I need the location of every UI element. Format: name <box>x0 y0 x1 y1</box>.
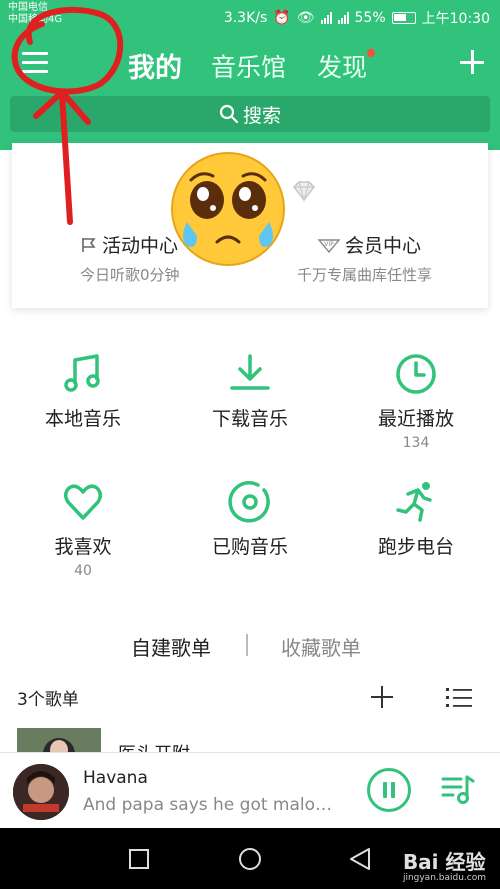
battery-percent: 55% <box>354 10 386 26</box>
grid-label: 我喜欢 <box>54 536 112 558</box>
diamond-icon <box>292 181 316 202</box>
activity-center[interactable]: 活动中心 今日听歌0分钟 <box>80 231 180 285</box>
vip-center[interactable]: VIP 会员中心 千万专属曲库任性享 <box>297 231 432 285</box>
eye-icon: 👁 <box>296 10 315 26</box>
album-cover[interactable] <box>13 764 69 820</box>
list-manage-icon[interactable] <box>446 687 472 709</box>
watermark-brand: Bai 经验 <box>402 850 486 874</box>
watermark-url: jingyan.baidu.com <box>402 873 486 883</box>
playlist-count: 3个歌单 <box>17 690 79 710</box>
song-title: Havana <box>83 768 148 788</box>
search-bar[interactable]: 搜索 <box>10 96 490 132</box>
grid-label: 跑步电台 <box>377 536 454 558</box>
grid-recent-play[interactable]: 最近播放 134 <box>333 352 499 451</box>
playlist-tabs: 自建歌单 收藏歌单 <box>0 632 500 662</box>
grid-label: 最近播放 <box>377 408 454 430</box>
pause-button[interactable] <box>367 768 411 812</box>
vip-subtitle: 千万专属曲库任性享 <box>297 266 433 284</box>
vip-icon: VIP <box>317 238 341 253</box>
grid-purchased-music[interactable]: 已购音乐 <box>167 480 333 563</box>
recent-apps-icon[interactable] <box>129 849 149 873</box>
status-right: 3.3K/s ⏰ 👁 55% 上午10:30 <box>224 8 490 28</box>
heart-icon <box>64 484 102 520</box>
svg-text:VIP: VIP <box>324 241 334 248</box>
activity-subtitle: 今日听歌0分钟 <box>80 266 180 284</box>
notification-dot <box>367 49 375 57</box>
playlist-queue-icon[interactable] <box>441 775 475 805</box>
grid-local-music[interactable]: 本地音乐 <box>0 352 166 435</box>
download-icon <box>230 354 270 390</box>
song-lyric: And papa says he got malo… <box>83 795 333 815</box>
alarm-icon: ⏰ <box>273 10 291 26</box>
system-nav-bar: Bai 经验 jingyan.baidu.com <box>0 828 500 889</box>
status-bar: 中国电信 中国移动4G 3.3K/s ⏰ 👁 55% 上午10:30 <box>0 0 500 36</box>
carrier-1: 中国电信 <box>8 2 48 13</box>
back-icon[interactable] <box>349 847 371 875</box>
tab-mine[interactable]: 我的 <box>128 46 182 85</box>
battery-icon <box>391 12 416 24</box>
hamburger-menu-icon[interactable] <box>22 52 48 76</box>
avatar[interactable] <box>169 150 287 268</box>
tab-music-hall[interactable]: 音乐馆 <box>211 48 286 84</box>
grid-label: 本地音乐 <box>44 408 121 430</box>
tab-collected-playlists[interactable]: 收藏歌单 <box>281 632 361 661</box>
baidu-watermark: Bai 经验 jingyan.baidu.com <box>403 846 486 883</box>
signal-icon-2 <box>337 12 349 24</box>
grid-count: 40 <box>74 563 92 579</box>
tab-created-playlists[interactable]: 自建歌单 <box>131 632 211 661</box>
grid-label: 下载音乐 <box>211 408 288 430</box>
activity-title: 活动中心 <box>102 235 179 257</box>
grid-running-radio[interactable]: 跑步电台 <box>333 480 499 563</box>
grid-label: 已购音乐 <box>211 536 288 558</box>
clock-icon <box>396 354 436 394</box>
grid-download-music[interactable]: 下载音乐 <box>167 352 333 435</box>
grid-favorites[interactable]: 我喜欢 40 <box>0 480 166 579</box>
tab-discover[interactable]: 发现 <box>317 48 367 84</box>
flag-icon <box>82 237 96 252</box>
music-note-icon <box>64 354 100 392</box>
signal-icon <box>320 12 332 24</box>
network-speed: 3.3K/s <box>223 10 268 26</box>
vip-title: 会员中心 <box>345 235 422 257</box>
mini-player[interactable]: Havana And papa says he got malo… <box>0 752 500 828</box>
carrier-2: 中国移动4G <box>8 14 63 25</box>
disc-icon <box>228 481 270 523</box>
grid-count: 134 <box>402 435 430 451</box>
tab-divider <box>246 634 248 656</box>
home-icon[interactable] <box>238 847 262 875</box>
carrier-info: 中国电信 中国移动4G <box>8 2 62 26</box>
add-icon[interactable] <box>460 50 484 74</box>
search-icon <box>219 104 239 124</box>
top-nav: 我的 音乐馆 发现 <box>0 40 500 90</box>
add-playlist-icon[interactable] <box>371 686 393 708</box>
search-placeholder: 搜索 <box>242 104 281 127</box>
album-art-image <box>13 764 69 820</box>
clock-time: 上午10:30 <box>421 11 490 27</box>
runner-icon <box>396 482 432 522</box>
